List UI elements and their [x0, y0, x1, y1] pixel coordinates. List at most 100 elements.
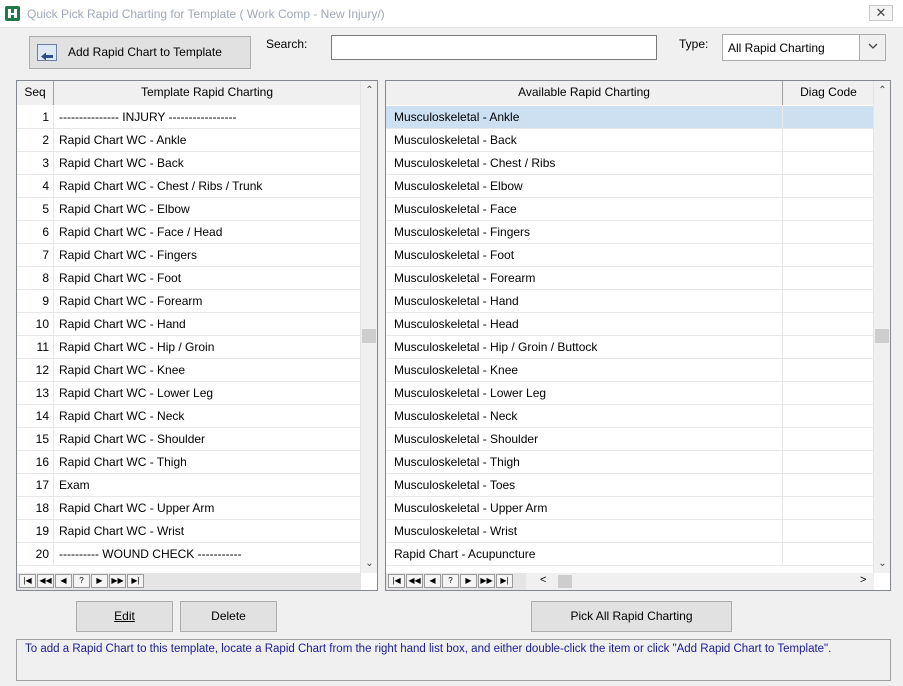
table-row[interactable]: 19 Rapid Chart WC - Wrist [17, 520, 361, 543]
table-row[interactable]: Musculoskeletal - Back [386, 129, 874, 152]
available-name-cell: Musculoskeletal - Hip / Groin / Buttock [386, 336, 783, 358]
chevron-down-icon[interactable] [859, 35, 885, 60]
diag-code-cell [783, 313, 874, 335]
table-row[interactable]: Musculoskeletal - Knee [386, 359, 874, 382]
table-row[interactable]: 16 Rapid Chart WC - Thigh [17, 451, 361, 474]
scroll-left-icon[interactable]: < [540, 574, 546, 586]
table-row[interactable]: 18 Rapid Chart WC - Upper Arm [17, 497, 361, 520]
table-row[interactable]: Musculoskeletal - Elbow [386, 175, 874, 198]
diag-code-cell [783, 129, 874, 151]
diag-code-cell [783, 382, 874, 404]
next-page-icon[interactable]: ▶▶ [109, 574, 126, 588]
next-record-icon[interactable]: ▶ [460, 574, 477, 588]
table-row[interactable]: 11 Rapid Chart WC - Hip / Groin [17, 336, 361, 359]
seq-cell: 15 [17, 428, 54, 450]
help-text: To add a Rapid Chart to this template, l… [25, 643, 832, 655]
diag-code-cell [783, 497, 874, 519]
table-row[interactable]: 12 Rapid Chart WC - Knee [17, 359, 361, 382]
available-horizontal-scrollbar[interactable]: < > [526, 573, 874, 590]
table-row[interactable]: Musculoskeletal - Chest / Ribs [386, 152, 874, 175]
table-row[interactable]: 14 Rapid Chart WC - Neck [17, 405, 361, 428]
table-row[interactable]: 5 Rapid Chart WC - Elbow [17, 198, 361, 221]
close-button[interactable]: ✕ [869, 5, 893, 21]
scroll-down-icon[interactable]: ⌄ [361, 555, 377, 572]
help-icon[interactable]: ? [73, 574, 90, 588]
table-row[interactable]: 8 Rapid Chart WC - Foot [17, 267, 361, 290]
diag-code-cell [783, 290, 874, 312]
available-name-cell: Musculoskeletal - Neck [386, 405, 783, 427]
template-name-cell: Rapid Chart WC - Shoulder [59, 432, 206, 446]
table-row[interactable]: 10 Rapid Chart WC - Hand [17, 313, 361, 336]
next-page-icon[interactable]: ▶▶ [478, 574, 495, 588]
table-row[interactable]: 3 Rapid Chart WC - Back [17, 152, 361, 175]
table-row[interactable]: Musculoskeletal - Forearm [386, 267, 874, 290]
available-vertical-scrollbar[interactable]: ⌃ ⌄ [873, 81, 890, 573]
type-select[interactable]: All Rapid Charting [722, 34, 886, 61]
search-input[interactable] [331, 35, 657, 60]
table-row[interactable]: 7 Rapid Chart WC - Fingers [17, 244, 361, 267]
previous-page-icon[interactable]: ◀◀ [37, 574, 54, 588]
seq-cell: 19 [17, 520, 54, 542]
seq-cell: 2 [17, 129, 54, 151]
next-record-icon[interactable]: ▶ [91, 574, 108, 588]
table-row[interactable]: Musculoskeletal - Head [386, 313, 874, 336]
column-header-diag-code[interactable]: Diag Code [783, 81, 874, 105]
add-rapid-chart-button[interactable]: Add Rapid Chart to Template [29, 36, 251, 69]
previous-record-icon[interactable]: ◀ [424, 574, 441, 588]
available-name-cell: Musculoskeletal - Shoulder [386, 428, 783, 450]
template-name-cell: Rapid Chart WC - Fingers [59, 248, 198, 262]
table-row[interactable]: Musculoskeletal - Lower Leg [386, 382, 874, 405]
table-row[interactable]: Musculoskeletal - Hip / Groin / Buttock [386, 336, 874, 359]
previous-page-icon[interactable]: ◀◀ [406, 574, 423, 588]
column-header-template[interactable]: Template Rapid Charting [54, 81, 361, 105]
table-row[interactable]: 9 Rapid Chart WC - Forearm [17, 290, 361, 313]
available-name-cell: Musculoskeletal - Fingers [386, 221, 783, 243]
horizontal-scroll-thumb[interactable] [558, 575, 572, 588]
edit-button[interactable]: Edit [76, 601, 173, 632]
table-row[interactable]: 4 Rapid Chart WC - Chest / Ribs / Trunk [17, 175, 361, 198]
template-vertical-scrollbar[interactable]: ⌃ ⌄ [360, 81, 377, 573]
table-row[interactable]: Musculoskeletal - Hand [386, 290, 874, 313]
scroll-down-icon[interactable]: ⌄ [874, 555, 890, 572]
table-row[interactable]: 15 Rapid Chart WC - Shoulder [17, 428, 361, 451]
column-header-available[interactable]: Available Rapid Charting [386, 81, 783, 105]
table-row[interactable]: Musculoskeletal - Face [386, 198, 874, 221]
first-record-icon[interactable]: |◀ [388, 574, 405, 588]
available-name-cell: Musculoskeletal - Knee [386, 359, 783, 381]
table-row[interactable]: 17 Exam [17, 474, 361, 497]
table-row[interactable]: 13 Rapid Chart WC - Lower Leg [17, 382, 361, 405]
table-row[interactable]: Musculoskeletal - Ankle [386, 106, 874, 129]
scroll-thumb[interactable] [875, 329, 889, 343]
last-record-icon[interactable]: ▶| [496, 574, 513, 588]
arrow-left-icon [37, 44, 57, 61]
table-row[interactable]: Musculoskeletal - Upper Arm [386, 497, 874, 520]
table-row[interactable]: Rapid Chart - Acupuncture [386, 543, 874, 566]
last-record-icon[interactable]: ▶| [127, 574, 144, 588]
help-icon[interactable]: ? [442, 574, 459, 588]
table-row[interactable]: 1 --------------- INJURY ----------------… [17, 106, 361, 129]
table-row[interactable]: Musculoskeletal - Neck [386, 405, 874, 428]
available-name-cell: Rapid Chart - Acupuncture [386, 543, 783, 565]
table-row[interactable]: Musculoskeletal - Wrist [386, 520, 874, 543]
column-header-seq[interactable]: Seq [17, 81, 54, 105]
table-row[interactable]: Musculoskeletal - Thigh [386, 451, 874, 474]
table-row[interactable]: Musculoskeletal - Foot [386, 244, 874, 267]
table-row[interactable]: Musculoskeletal - Fingers [386, 221, 874, 244]
table-row[interactable]: 2 Rapid Chart WC - Ankle [17, 129, 361, 152]
first-record-icon[interactable]: |◀ [19, 574, 36, 588]
pick-all-button[interactable]: Pick All Rapid Charting [531, 601, 732, 632]
delete-button[interactable]: Delete [180, 601, 277, 632]
available-grid-header: Available Rapid Charting Diag Code [386, 81, 874, 105]
template-name-cell: Rapid Chart WC - Forearm [59, 294, 203, 308]
table-row[interactable]: Musculoskeletal - Toes [386, 474, 874, 497]
table-row[interactable]: 20 ---------- WOUND CHECK ----------- [17, 543, 361, 566]
table-row[interactable]: Musculoskeletal - Shoulder [386, 428, 874, 451]
scroll-up-icon[interactable]: ⌃ [874, 82, 890, 99]
previous-record-icon[interactable]: ◀ [55, 574, 72, 588]
scroll-thumb[interactable] [362, 329, 376, 343]
scroll-right-icon[interactable]: > [860, 574, 866, 586]
template-name-cell: Rapid Chart WC - Face / Head [59, 225, 223, 239]
table-row[interactable]: 6 Rapid Chart WC - Face / Head [17, 221, 361, 244]
scroll-up-icon[interactable]: ⌃ [361, 82, 377, 99]
available-name-cell: Musculoskeletal - Thigh [386, 451, 783, 473]
